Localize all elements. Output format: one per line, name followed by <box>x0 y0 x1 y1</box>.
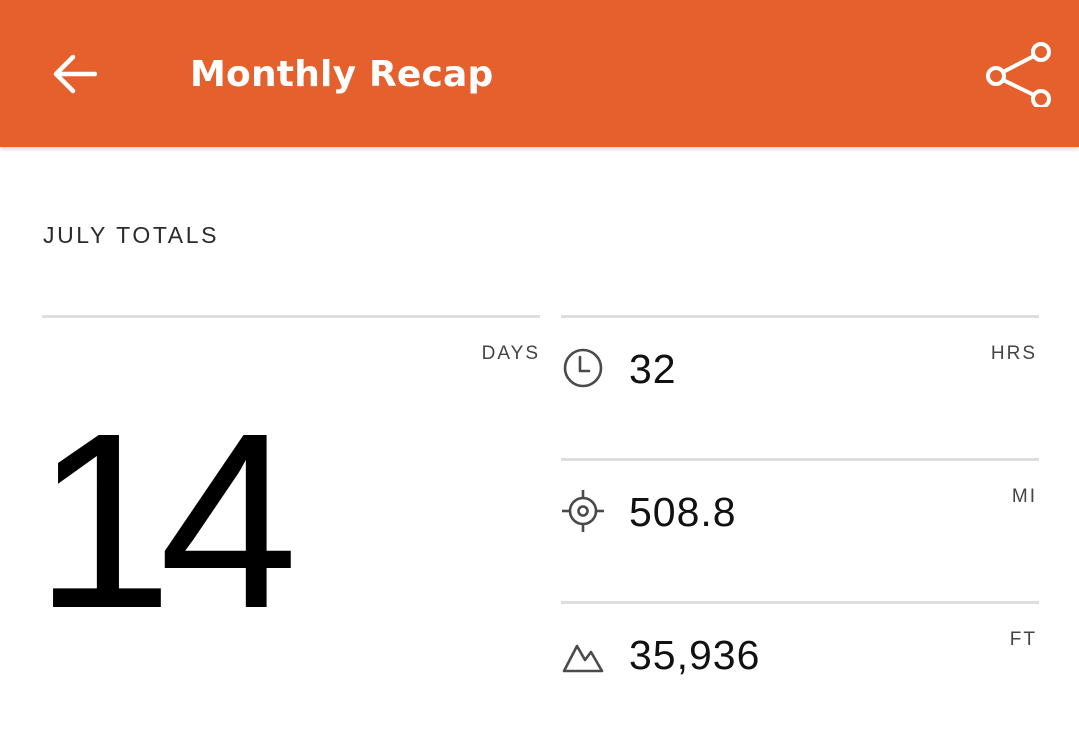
back-button[interactable] <box>44 46 104 102</box>
hours-unit-label: HRS <box>990 343 1037 364</box>
divider <box>42 315 540 318</box>
stat-row-hours: 32 HRS <box>561 318 1039 458</box>
stat-row-distance: 508.8 MI <box>561 461 1039 601</box>
distance-unit-label: MI <box>1011 486 1037 507</box>
stat-row-elevation: 35,936 FT <box>561 604 1039 744</box>
app-bar: Monthly Recap <box>0 0 1079 147</box>
share-button[interactable] <box>978 36 1056 112</box>
days-total-value: 14 <box>34 381 298 660</box>
share-icon <box>986 42 1051 107</box>
elevation-unit-label: FT <box>1009 629 1037 650</box>
mountain-icon <box>561 632 605 676</box>
target-icon <box>561 489 605 533</box>
hours-value: 32 <box>629 346 677 392</box>
distance-value: 508.8 <box>629 489 737 535</box>
arrow-left-icon <box>53 54 97 94</box>
elevation-value: 35,936 <box>629 632 761 678</box>
clock-icon <box>561 346 605 390</box>
page-title: Monthly Recap <box>190 54 494 95</box>
section-title: JULY TOTALS <box>43 222 220 248</box>
days-unit-label: DAYS <box>481 343 540 364</box>
